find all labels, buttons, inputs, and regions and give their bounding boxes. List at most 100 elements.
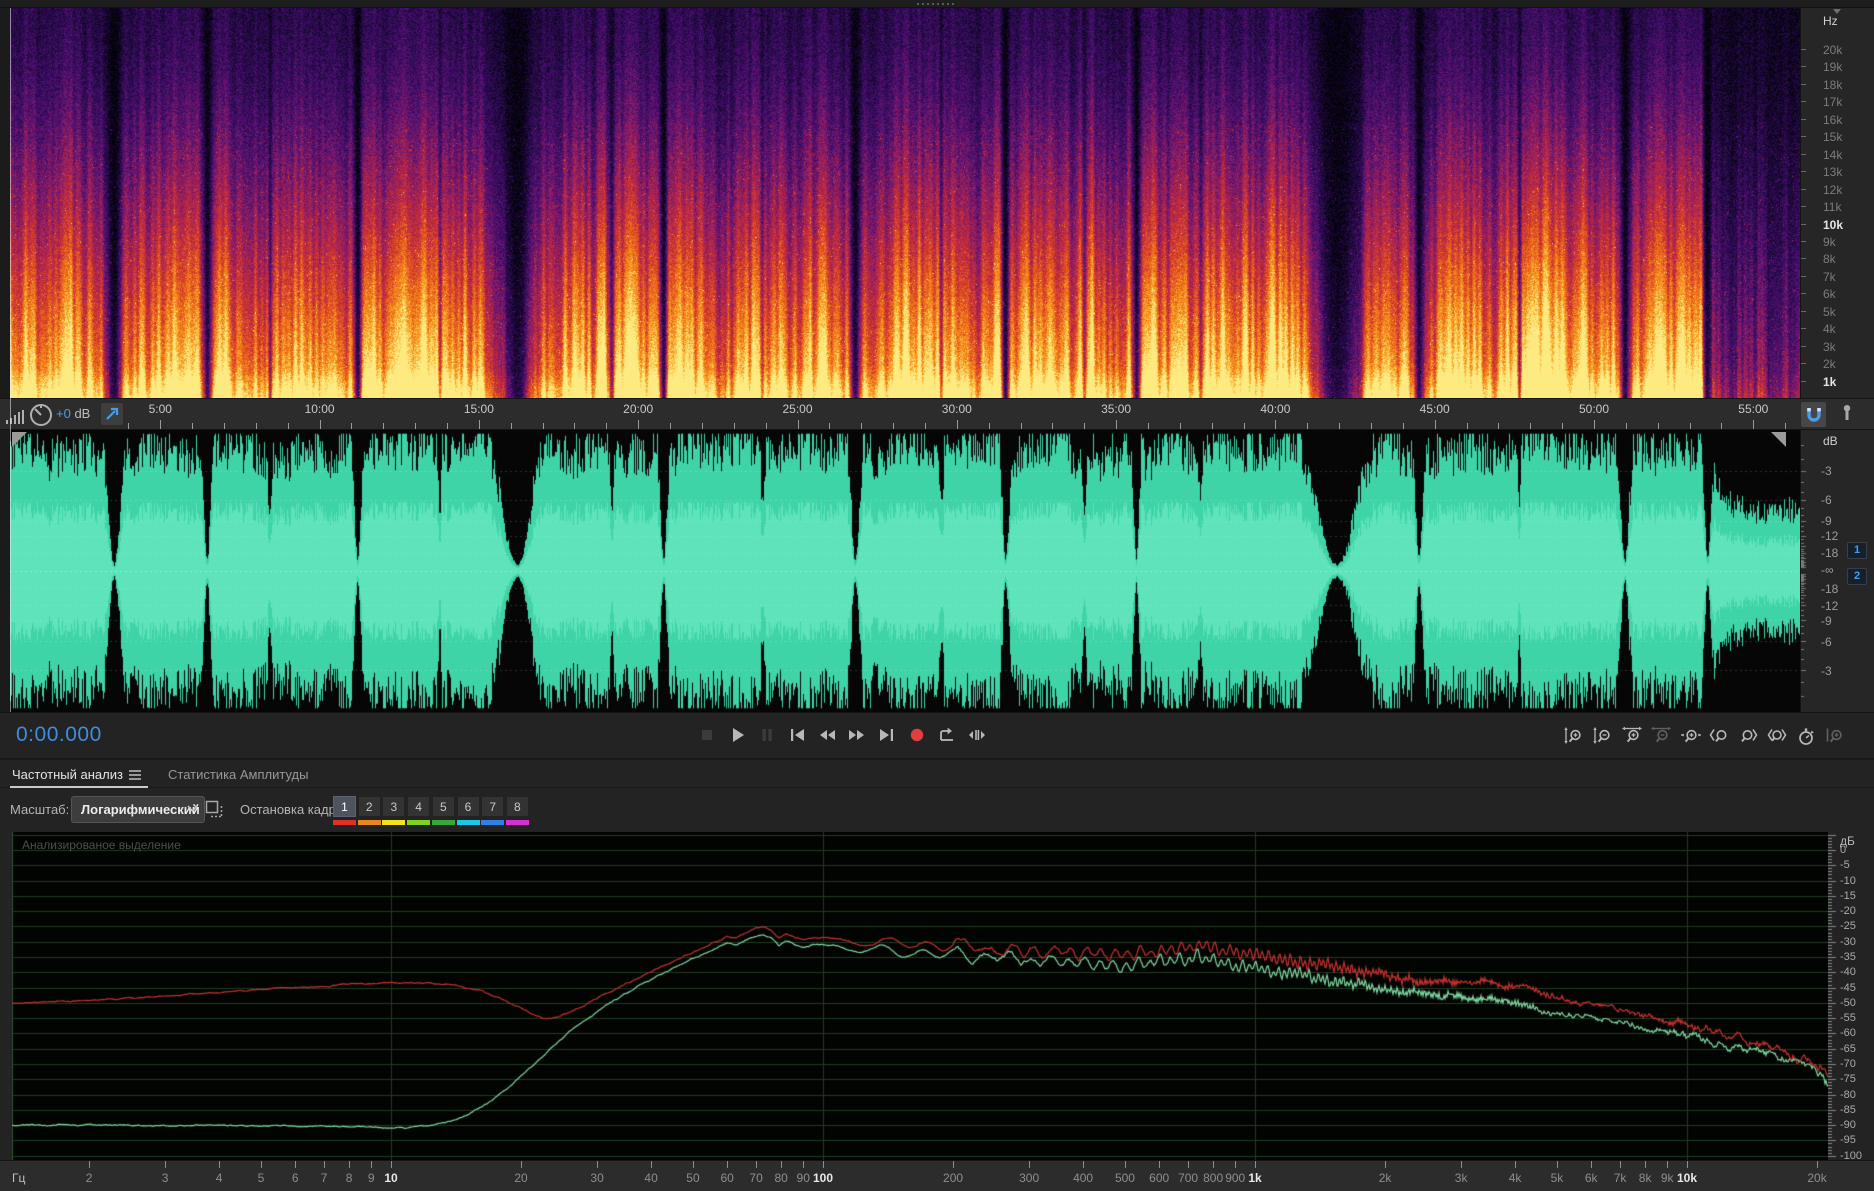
playhead-indicator[interactable] [10, 8, 11, 712]
plot-frequency-tick [1385, 1161, 1387, 1168]
timeline-tick [1562, 423, 1564, 429]
hold-frame-button-7[interactable]: 7 [481, 796, 505, 817]
timeline-tick [1243, 423, 1245, 429]
skip-forward-button[interactable] [874, 722, 900, 748]
hold-frame-button-5[interactable]: 5 [431, 796, 455, 817]
frequency-analysis-plot[interactable] [12, 832, 1828, 1160]
rewind-button[interactable] [814, 722, 840, 748]
hold-frame-color-bar [456, 820, 480, 825]
panel-grip-icon[interactable] [917, 3, 957, 5]
plot-frequency-tick [1029, 1161, 1031, 1168]
frequency-tick [1801, 345, 1806, 347]
zoom-to-selection-button[interactable] [1764, 723, 1789, 748]
hold-frame-button-4[interactable]: 4 [407, 796, 431, 817]
plot-frequency-tick [1188, 1161, 1190, 1168]
timeline-tick [1179, 423, 1181, 429]
plot-db-tick-label: -95 [1840, 1134, 1856, 1147]
left-edge-rail [0, 8, 10, 712]
timeline-tick [1147, 423, 1149, 429]
analyzed-selection-label: Анализированое выделение [22, 838, 181, 852]
panel-divider-top[interactable] [0, 0, 1874, 8]
plot-db-tick-label: -60 [1840, 1027, 1856, 1040]
timed-zoom-button[interactable] [1793, 723, 1818, 748]
hold-frame-button-2[interactable]: 2 [357, 796, 381, 817]
plot-frequency-tick-label: 70 [749, 1171, 763, 1185]
copy-graph-icon[interactable] [205, 800, 225, 820]
plot-frequency-unit: Гц [12, 1171, 26, 1185]
marker-button[interactable] [1836, 402, 1860, 426]
timeline-label: 20:00 [623, 402, 654, 416]
plot-db-tick-label: -55 [1840, 1012, 1856, 1025]
hold-frame-button-3[interactable]: 3 [382, 796, 406, 817]
plot-frequency-tick [1461, 1161, 1463, 1168]
frequency-tick-label: 8k [1823, 252, 1836, 267]
zoom-selection-left-button[interactable] [1706, 723, 1731, 748]
zoom-selection-button[interactable] [1677, 723, 1702, 748]
plot-frequency-tick-label: 10k [1676, 1171, 1698, 1185]
frequency-tick [1801, 240, 1806, 242]
skip-selection-button[interactable] [964, 722, 990, 748]
timeline-label: 5:00 [148, 402, 172, 416]
frequency-ruler[interactable]: Hz 20k 19k 18k 17k 16k 15k 14k 13k 12k 11k 10k 9k 8k… [1800, 8, 1874, 398]
pin-button[interactable] [100, 402, 124, 426]
levels-icon[interactable] [5, 409, 29, 425]
hold-frame-button-6[interactable]: 6 [456, 796, 480, 817]
frequency-tick [1801, 258, 1806, 260]
frequency-tick [1801, 206, 1806, 208]
snap-toggle-button[interactable] [1800, 401, 1827, 428]
plot-frequency-tick-label: 4 [215, 1171, 223, 1185]
plot-db-ruler: дБ 0 -5 -10 -15 -20 -25 -30 -35 -40 -45 -50 -55 -60-… [1828, 832, 1874, 1161]
rewind-icon [820, 730, 835, 740]
amplitude-ruler[interactable]: dB -3 -3 -6 -6 -9 -9 -12 -12 -18 -18 -∞ 1 2 [1800, 430, 1874, 712]
timeline-tick [1657, 423, 1659, 429]
timeline-tick [1625, 423, 1627, 429]
panel-corner-handle[interactable] [12, 432, 27, 447]
zoom-in-horizontal-button[interactable] [1619, 723, 1644, 748]
panel-corner-handle[interactable] [1771, 432, 1786, 447]
zoom-selection-right-button[interactable] [1735, 723, 1760, 748]
hold-frame-button-8[interactable]: 8 [505, 796, 529, 817]
panel-menu-icon[interactable] [128, 768, 142, 782]
plot-db-tick-label: -65 [1840, 1042, 1856, 1055]
timeline-tick [1498, 423, 1500, 429]
plot-frequency-tick [521, 1161, 523, 1168]
analysis-controls-row: Масштаб: Логарифмический Остановка кадра… [0, 789, 1874, 832]
waveform-display[interactable] [10, 430, 1800, 712]
frequency-tick [1801, 328, 1806, 330]
plot-frequency-tick [803, 1161, 805, 1168]
hold-frame-button-1[interactable]: 1 [333, 796, 356, 817]
plot-db-tick-label: -25 [1840, 920, 1856, 933]
zoom-out-horizontal-button[interactable] [1648, 723, 1673, 748]
timeline-ruler[interactable]: +0 dB 5:00 10:00 15:00 20:00 25:00 30:00 35:00… [0, 398, 1874, 430]
timeline-label: 10:00 [304, 402, 335, 416]
hold-frame-color-bar [407, 820, 431, 825]
channel-button-2[interactable]: 2 [1847, 568, 1867, 585]
plot-frequency-tick [89, 1161, 91, 1168]
plot-frequency-tick [1515, 1161, 1517, 1168]
skip-back-button[interactable] [784, 722, 810, 748]
fast-forward-button[interactable] [844, 722, 870, 748]
tab-frequency-analysis[interactable]: Частотный анализ [12, 760, 123, 789]
timeline-tick [1052, 423, 1054, 429]
current-time-display[interactable]: 0:00.000 [16, 723, 102, 747]
tab-amplitude-statistics[interactable]: Статистика Амплитуды [168, 760, 308, 789]
zoom-out-vertical-button[interactable] [1590, 723, 1615, 748]
timeline-tick [351, 423, 353, 429]
pause-button[interactable] [754, 722, 780, 748]
loop-playback-button[interactable] [934, 722, 960, 748]
gain-indicator[interactable]: +0 dB [56, 406, 90, 421]
spectrogram-display[interactable] [10, 8, 1800, 398]
reset-zoom-button[interactable] [1822, 723, 1847, 748]
clock-icon[interactable] [28, 402, 54, 428]
plot-frequency-tick [781, 1161, 783, 1168]
timeline-label: 15:00 [463, 402, 494, 416]
channel-button-1[interactable]: 1 [1847, 542, 1867, 559]
zoom-in-vertical-button[interactable] [1561, 723, 1586, 748]
fast-forward-icon [849, 730, 864, 740]
plot-db-tick-label: -50 [1840, 996, 1856, 1009]
play-button[interactable] [724, 722, 750, 748]
stop-button[interactable] [694, 722, 720, 748]
timeline-tick [988, 423, 990, 429]
scale-select[interactable]: Логарифмический [71, 796, 205, 823]
record-button[interactable] [904, 722, 930, 748]
